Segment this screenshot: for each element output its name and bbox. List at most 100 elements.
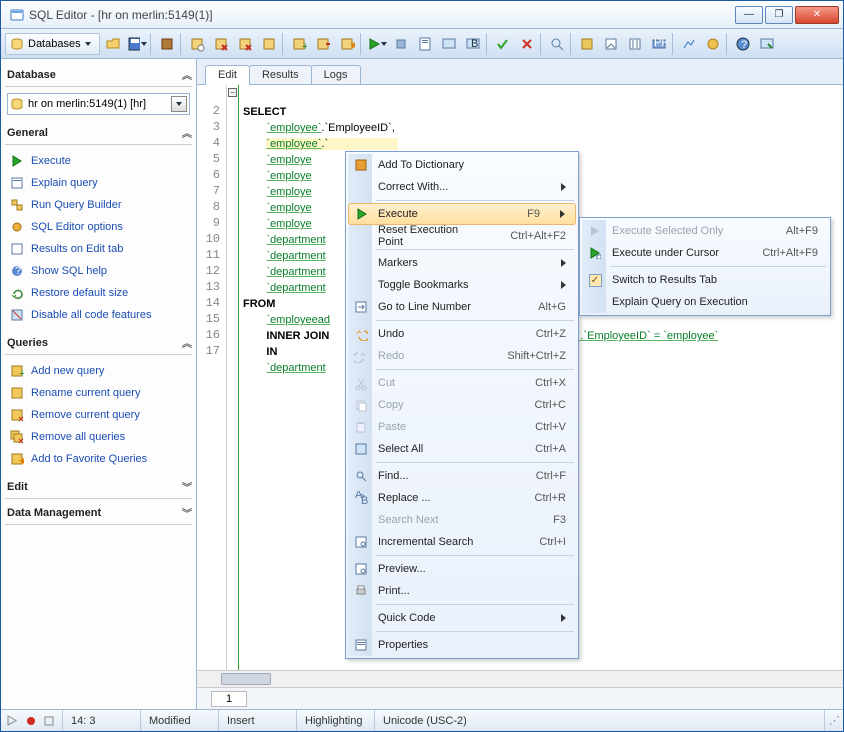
sidebar-explain[interactable]: Explain query — [7, 173, 190, 193]
fold-gutter[interactable]: − — [227, 85, 239, 670]
maximize-button[interactable]: ❐ — [765, 6, 793, 24]
stop-icon[interactable] — [390, 33, 412, 55]
sidebar-execute[interactable]: Execute — [7, 151, 190, 171]
sidebar-sql-help[interactable]: ?Show SQL help — [7, 261, 190, 281]
menu-item[interactable]: Execute Selected OnlyAlt+F9 — [582, 220, 828, 242]
tb-icon-3[interactable] — [210, 33, 232, 55]
horizontal-scrollbar[interactable] — [197, 670, 843, 687]
menu-item[interactable]: RedoShift+Ctrl+Z — [348, 345, 576, 367]
tb-icon-14[interactable] — [624, 33, 646, 55]
tb-icon-11[interactable]: B — [462, 33, 484, 55]
sidebar-query-builder[interactable]: Run Query Builder — [7, 195, 190, 215]
sidebar-add-query[interactable]: +Add new query — [7, 361, 190, 381]
menu-item[interactable]: Reset Execution PointCtrl+Alt+F2 — [348, 225, 576, 247]
menu-item[interactable]: ABReplace ...Ctrl+R — [348, 487, 576, 509]
sidebar-disable-features[interactable]: Disable all code features — [7, 305, 190, 325]
menu-item[interactable]: Select AllCtrl+A — [348, 438, 576, 460]
tb-icon-2[interactable] — [186, 33, 208, 55]
section-general[interactable]: General︽ — [5, 121, 192, 145]
close-button[interactable]: ✕ — [795, 6, 839, 24]
main-toolbar: Databases + ★ B PHP ? — [1, 29, 843, 59]
tb-icon-10[interactable] — [438, 33, 460, 55]
page-tabs: 1 — [197, 687, 843, 709]
section-edit[interactable]: Edit︾ — [5, 475, 192, 499]
minimize-button[interactable]: — — [735, 6, 763, 24]
tb-icon-1[interactable] — [156, 33, 178, 55]
tb-icon-4[interactable] — [234, 33, 256, 55]
tb-icon-15[interactable] — [678, 33, 700, 55]
menu-item[interactable]: Markers — [348, 252, 576, 274]
menu-item[interactable]: ✓Switch to Results Tab — [582, 269, 828, 291]
sidebar-rename-query[interactable]: Rename current query — [7, 383, 190, 403]
book-icon — [353, 157, 369, 173]
tb-icon-12[interactable] — [576, 33, 598, 55]
menu-item[interactable]: Correct With... — [348, 176, 576, 198]
rollback-icon[interactable] — [516, 33, 538, 55]
database-select[interactable]: hr on merlin:5149(1) [hr] — [7, 93, 190, 115]
execute-submenu: Execute Selected OnlyAlt+F9Execute under… — [579, 217, 831, 316]
fold-box-icon[interactable]: − — [228, 88, 237, 97]
databases-dropdown[interactable]: Databases — [5, 33, 100, 55]
svg-text:PHP: PHP — [654, 37, 667, 49]
menu-item[interactable]: Add To Dictionary — [348, 154, 576, 176]
status-modified: Modified — [141, 710, 219, 731]
menu-item[interactable]: ExecuteF9 — [348, 203, 576, 225]
php-icon[interactable]: PHP — [648, 33, 670, 55]
section-data-mgmt[interactable]: Data Management︾ — [5, 501, 192, 525]
dropdown-icon[interactable] — [171, 96, 187, 112]
menu-item[interactable]: Properties — [348, 634, 576, 656]
sidebar-restore-size[interactable]: Restore default size — [7, 283, 190, 303]
find-icon[interactable] — [546, 33, 568, 55]
submenu-arrow-icon — [561, 259, 566, 267]
tb-icon-7[interactable] — [312, 33, 334, 55]
section-database[interactable]: Database︽ — [5, 63, 192, 87]
execute-icon[interactable] — [366, 33, 388, 55]
stop-status-icon[interactable] — [44, 716, 54, 726]
line-gutter: 234567891011121314151617 — [197, 85, 227, 670]
commit-icon[interactable] — [492, 33, 514, 55]
record-icon[interactable] — [26, 716, 36, 726]
tb-icon-5[interactable] — [258, 33, 280, 55]
tb-icon-17[interactable] — [756, 33, 778, 55]
help-icon[interactable]: ? — [732, 33, 754, 55]
play-status-icon[interactable] — [7, 715, 18, 726]
sidebar-results-edit[interactable]: Results on Edit tab — [7, 239, 190, 259]
menu-item[interactable]: CutCtrl+X — [348, 372, 576, 394]
menu-item[interactable]: Incremental SearchCtrl+I — [348, 531, 576, 553]
tb-icon-13[interactable] — [600, 33, 622, 55]
sidebar-options[interactable]: SQL Editor options — [7, 217, 190, 237]
sidebar-remove-all[interactable]: Remove all queries — [7, 427, 190, 447]
menu-item[interactable]: UndoCtrl+Z — [348, 323, 576, 345]
menu-item[interactable]: Search NextF3 — [348, 509, 576, 531]
menu-item[interactable]: Execute under CursorCtrl+Alt+F9 — [582, 242, 828, 264]
resize-grip[interactable]: ⋰ — [825, 714, 843, 727]
add-icon: + — [9, 363, 25, 379]
tb-icon-6[interactable]: + — [288, 33, 310, 55]
sidebar-remove-query[interactable]: Remove current query — [7, 405, 190, 425]
tb-icon-16[interactable] — [702, 33, 724, 55]
tab-edit[interactable]: Edit — [205, 65, 250, 84]
open-icon[interactable] — [102, 33, 124, 55]
menu-item[interactable]: Find...Ctrl+F — [348, 465, 576, 487]
menu-item[interactable]: Explain Query on Execution — [582, 291, 828, 313]
menu-item[interactable]: Print... — [348, 580, 576, 602]
menu-item[interactable]: CopyCtrl+C — [348, 394, 576, 416]
section-queries[interactable]: Queries︽ — [5, 331, 192, 355]
tab-logs[interactable]: Logs — [311, 65, 361, 84]
general-links: Execute Explain query Run Query Builder … — [5, 147, 192, 329]
submenu-arrow-icon — [561, 281, 566, 289]
status-encoding: Unicode (USC-2) — [375, 710, 825, 731]
page-tab-1[interactable]: 1 — [211, 691, 247, 707]
sidebar-add-favorite[interactable]: ★Add to Favorite Queries — [7, 449, 190, 469]
check-icon: ✓ — [587, 272, 603, 288]
explain-icon — [9, 175, 25, 191]
menu-item[interactable]: Go to Line NumberAlt+G — [348, 296, 576, 318]
tb-icon-9[interactable] — [414, 33, 436, 55]
tab-results[interactable]: Results — [249, 65, 312, 84]
save-icon[interactable] — [126, 33, 148, 55]
menu-item[interactable]: PasteCtrl+V — [348, 416, 576, 438]
menu-item[interactable]: Preview... — [348, 558, 576, 580]
menu-item[interactable]: Toggle Bookmarks — [348, 274, 576, 296]
tb-icon-8[interactable]: ★ — [336, 33, 358, 55]
menu-item[interactable]: Quick Code — [348, 607, 576, 629]
